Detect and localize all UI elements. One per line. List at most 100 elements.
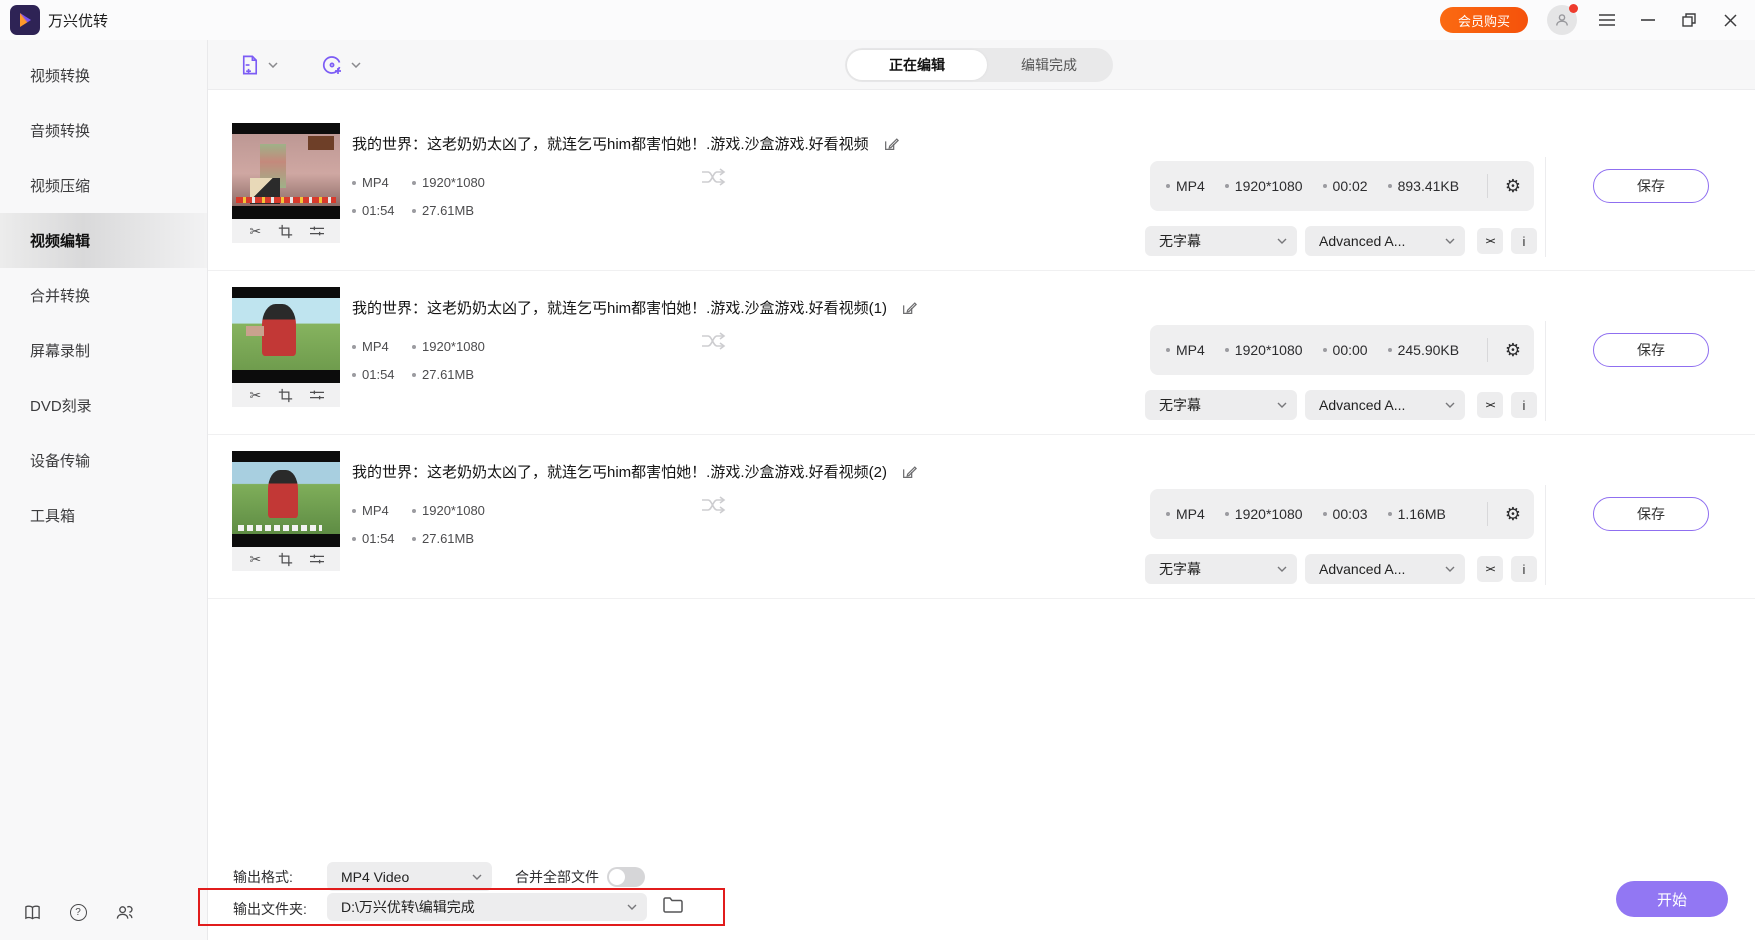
tab-editing[interactable]: 正在编辑 xyxy=(847,50,987,80)
src-format: MP4 xyxy=(362,175,389,190)
sidebar-item-label: 视频压缩 xyxy=(30,178,91,195)
out-format: MP4 xyxy=(1176,342,1205,358)
crop-icon[interactable] xyxy=(277,386,295,404)
settings-gear-icon[interactable]: ⚙ xyxy=(1505,177,1521,195)
output-info: MP4 1920*1080 00:03 1.16MB ⚙ xyxy=(1150,489,1534,539)
bullet-dot xyxy=(412,344,416,349)
sidebar-item-video-compress[interactable]: 视频压缩 xyxy=(0,158,207,213)
sidebar-item-merge-convert[interactable]: 合并转换 xyxy=(0,268,207,323)
bullet-dot xyxy=(1387,184,1392,188)
chevron-down-icon xyxy=(268,61,278,68)
menu-icon[interactable] xyxy=(1596,9,1618,31)
settings-gear-icon[interactable]: ⚙ xyxy=(1505,341,1521,359)
crop-icon[interactable] xyxy=(277,550,295,568)
add-dvd-button[interactable] xyxy=(320,53,361,77)
effects-icon[interactable] xyxy=(308,550,326,568)
start-button[interactable]: 开始 xyxy=(1616,881,1728,917)
bullet-dot xyxy=(1387,348,1392,352)
info-icon[interactable]: i xyxy=(1511,392,1537,418)
video-info: 我的世界：这老奶奶太凶了，就连乞丐him都害怕她！.游戏.沙盒游戏.好看视频(1… xyxy=(352,297,918,382)
trim-icon[interactable]: ✂ xyxy=(246,386,264,404)
sidebar-item-label: 音频转换 xyxy=(30,123,91,140)
thumbnail-scene xyxy=(232,462,340,534)
bullet-dot xyxy=(1224,512,1229,516)
out-resolution: 1920*1080 xyxy=(1234,506,1303,522)
add-dvd-icon xyxy=(322,55,341,74)
bullet-dot xyxy=(412,372,416,377)
edit-title-icon[interactable] xyxy=(901,300,918,316)
edit-title-icon[interactable] xyxy=(901,464,918,480)
titlebar-controls: 会员购买 xyxy=(1439,0,1741,40)
compare-icon[interactable]: >< xyxy=(1477,228,1503,254)
bullet-dot xyxy=(412,180,416,185)
sidebar-item-label: 屏幕录制 xyxy=(30,343,91,360)
output-folder-dropdown[interactable]: D:\万兴优转\编辑完成 xyxy=(327,893,647,921)
sidebar-item-audio-convert[interactable]: 音频转换 xyxy=(0,103,207,158)
sidebar-item-device-transfer[interactable]: 设备传输 xyxy=(0,433,207,488)
sidebar-item-toolbox[interactable]: 工具箱 xyxy=(0,488,207,543)
bullet-dot xyxy=(352,344,356,349)
compare-icon[interactable]: >< xyxy=(1477,556,1503,582)
bullet-dot xyxy=(1322,184,1327,188)
bullet-dot xyxy=(1387,512,1392,516)
chevron-down-icon xyxy=(1277,238,1287,244)
transfer-arrows-icon xyxy=(700,493,728,517)
tab-finished[interactable]: 编辑完成 xyxy=(987,50,1111,80)
edit-title-icon[interactable] xyxy=(883,136,899,152)
thumbnail-toolbar: ✂ xyxy=(232,383,340,407)
membership-buy-button[interactable]: 会员购买 xyxy=(1439,7,1528,33)
src-duration: 01:54 xyxy=(362,203,395,218)
audio-dropdown[interactable]: Advanced A... xyxy=(1305,226,1465,256)
subtitle-value: 无字幕 xyxy=(1159,233,1201,249)
close-icon[interactable] xyxy=(1719,9,1741,31)
out-size: 1.16MB xyxy=(1397,506,1446,522)
crop-icon[interactable] xyxy=(277,222,295,240)
video-thumbnail xyxy=(232,451,340,547)
output-format-value: MP4 Video xyxy=(341,868,410,885)
sidebar-item-video-edit[interactable]: 视频编辑 xyxy=(0,213,207,268)
effects-icon[interactable] xyxy=(308,222,326,240)
settings-gear-icon[interactable]: ⚙ xyxy=(1505,505,1521,523)
subtitle-dropdown[interactable]: 无字幕 xyxy=(1145,554,1297,584)
audio-value: Advanced A... xyxy=(1319,561,1406,577)
sidebar-item-screen-record[interactable]: 屏幕录制 xyxy=(0,323,207,378)
output-format-dropdown[interactable]: MP4 Video xyxy=(327,862,492,891)
open-folder-icon[interactable] xyxy=(662,895,684,914)
effects-icon[interactable] xyxy=(308,386,326,404)
trim-icon[interactable]: ✂ xyxy=(246,550,264,568)
audio-dropdown[interactable]: Advanced A... xyxy=(1305,554,1465,584)
audio-value: Advanced A... xyxy=(1319,233,1406,249)
thumbnail-block: ✂ xyxy=(232,123,340,243)
sidebar-item-video-convert[interactable]: 视频转换 xyxy=(0,48,207,103)
divider xyxy=(1545,321,1546,421)
minimize-icon[interactable] xyxy=(1637,9,1659,31)
video-info: 我的世界：这老奶奶太凶了，就连乞丐him都害怕她！.游戏.沙盒游戏.好看视频 M… xyxy=(352,133,899,218)
user-icon xyxy=(1556,14,1568,26)
save-button[interactable]: 保存 xyxy=(1593,497,1709,531)
account-avatar[interactable] xyxy=(1547,4,1578,35)
divider xyxy=(1545,485,1546,585)
trim-icon[interactable]: ✂ xyxy=(246,222,264,240)
audio-dropdown[interactable]: Advanced A... xyxy=(1305,390,1465,420)
subtitle-dropdown[interactable]: 无字幕 xyxy=(1145,390,1297,420)
save-button[interactable]: 保存 xyxy=(1593,333,1709,367)
toolbar: 正在编辑 编辑完成 xyxy=(208,40,1755,90)
toggle-knob xyxy=(609,869,625,885)
info-icon[interactable]: i xyxy=(1511,228,1537,254)
notification-dot xyxy=(1569,4,1578,13)
subtitle-dropdown[interactable]: 无字幕 xyxy=(1145,226,1297,256)
bullet-dot xyxy=(352,208,356,213)
sidebar-item-dvd-burn[interactable]: DVD刻录 xyxy=(0,378,207,433)
compare-icon[interactable]: >< xyxy=(1477,392,1503,418)
restore-icon[interactable] xyxy=(1678,9,1700,31)
subtitle-value: 无字幕 xyxy=(1159,561,1201,577)
save-button[interactable]: 保存 xyxy=(1593,169,1709,203)
out-format: MP4 xyxy=(1176,506,1205,522)
info-icon[interactable]: i xyxy=(1511,556,1537,582)
output-controls: 无字幕 Advanced A... >< i xyxy=(1145,554,1537,584)
out-duration: 00:02 xyxy=(1332,178,1368,194)
merge-all-toggle[interactable] xyxy=(607,867,645,887)
titlebar: 万兴优转 会员购买 xyxy=(0,0,1755,40)
chevron-down-icon xyxy=(472,874,482,880)
add-file-button[interactable] xyxy=(238,53,278,77)
